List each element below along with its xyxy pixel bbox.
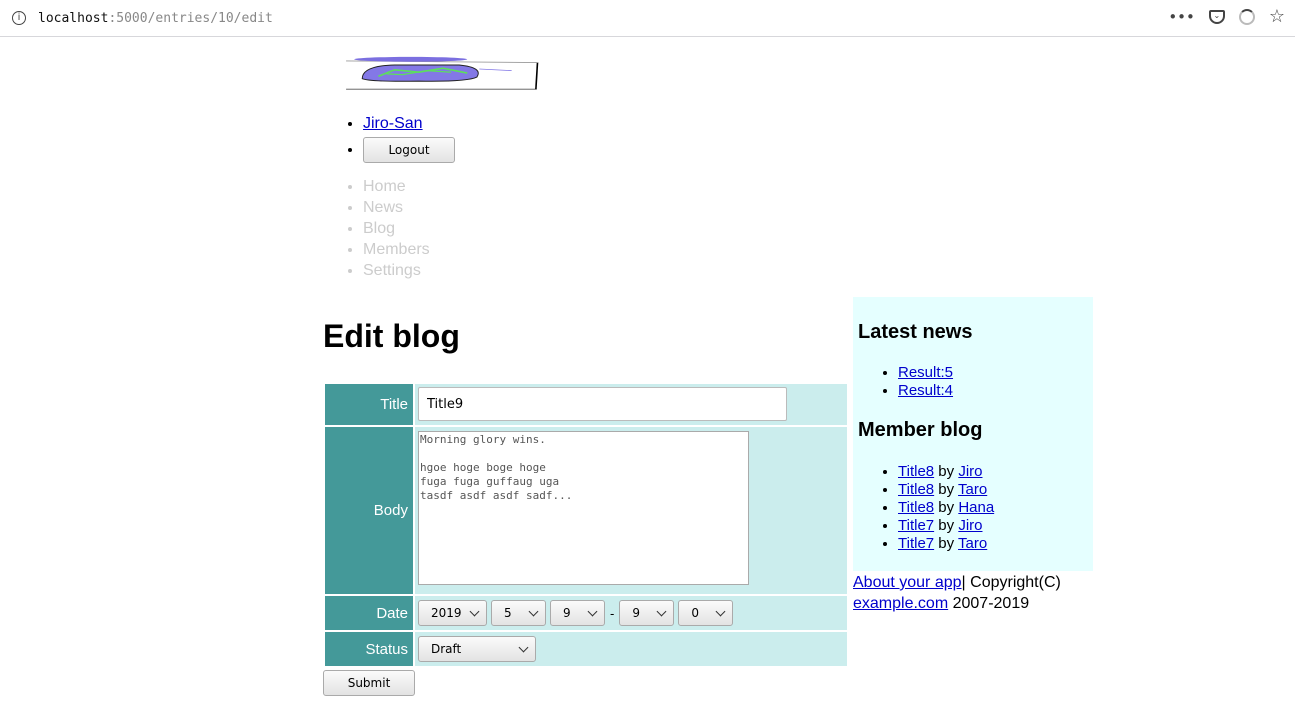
main-nav: Home News Blog Members Settings [323, 176, 430, 281]
footer: About your app| Copyright(C) example.com… [853, 572, 1093, 614]
list-item: Result:4 [898, 382, 953, 400]
by-text: by [938, 535, 955, 552]
title-input[interactable] [418, 387, 787, 421]
chevron-down-icon [528, 606, 539, 616]
title-label: Title [325, 384, 413, 425]
copyright-text: | Copyright(C) [961, 574, 1061, 591]
copyright-years: 2007-2019 [952, 595, 1030, 612]
browser-toolbar: i localhost:5000/entries/10/edit ••• ⌄ ☆ [0, 0, 1295, 37]
author-link[interactable]: Taro [958, 481, 987, 498]
title-cell [415, 384, 847, 425]
user-menu-item: Jiro-San [363, 112, 455, 135]
list-item: Title8 by Taro [898, 481, 994, 499]
news-link[interactable]: Result:4 [898, 382, 953, 399]
loading-spinner-icon [1238, 8, 1255, 25]
day-value: 9 [563, 606, 571, 620]
body-label: Body [325, 427, 413, 594]
minute-value: 0 [691, 606, 699, 620]
info-icon[interactable]: i [12, 11, 26, 25]
title-row: Title [325, 384, 847, 425]
nav-item-home[interactable]: Home [363, 176, 430, 197]
day-select[interactable]: 9 [550, 600, 605, 626]
list-item: Result:5 [898, 364, 953, 382]
list-item: Title7 by Taro [898, 535, 994, 553]
hour-value: 9 [632, 606, 640, 620]
list-item: Title8 by Jiro [898, 463, 994, 481]
author-link[interactable]: Hana [958, 499, 994, 516]
url-text[interactable]: localhost:5000/entries/10/edit [38, 11, 273, 26]
date-cell: 2019 5 9 - 9 0 [415, 596, 847, 630]
year-select[interactable]: 2019 [418, 600, 487, 626]
nav-item-news[interactable]: News [363, 197, 430, 218]
author-link[interactable]: Jiro [958, 517, 982, 534]
status-select[interactable]: Draft [418, 636, 536, 662]
blog-entry-link[interactable]: Title7 [898, 517, 934, 534]
user-profile-link[interactable]: Jiro-San [363, 115, 423, 132]
sidebar: Latest news Result:5 Result:4 Member blo… [853, 297, 1093, 571]
status-value: Draft [431, 642, 462, 656]
nav-item-members[interactable]: Members [363, 239, 430, 260]
month-select[interactable]: 5 [491, 600, 546, 626]
body-textarea[interactable]: Morning glory wins. hgoe hoge boge hoge … [418, 431, 749, 585]
address-bar[interactable]: i localhost:5000/entries/10/edit [4, 4, 1289, 32]
list-item: Title8 by Hana [898, 499, 994, 517]
by-text: by [938, 499, 955, 516]
by-text: by [938, 463, 955, 480]
hour-select[interactable]: 9 [619, 600, 675, 626]
page-actions-menu-icon[interactable]: ••• [1168, 8, 1195, 26]
status-label: Status [325, 632, 413, 666]
member-blog-list: Title8 by Jiro Title8 by Taro Title8 by … [858, 463, 994, 553]
status-row: Status Draft [325, 632, 847, 666]
nav-item-settings[interactable]: Settings [363, 260, 430, 281]
blog-entry-link[interactable]: Title8 [898, 499, 934, 516]
chevron-down-icon [656, 606, 667, 616]
url-host: localhost [38, 10, 109, 26]
submit-button[interactable]: Submit [323, 670, 415, 696]
date-label: Date [325, 596, 413, 630]
pocket-icon[interactable]: ⌄ [1208, 9, 1225, 24]
status-cell: Draft [415, 632, 847, 666]
author-link[interactable]: Jiro [958, 463, 982, 480]
blog-entry-link[interactable]: Title8 [898, 481, 934, 498]
nav-item-blog[interactable]: Blog [363, 218, 430, 239]
blog-entry-link[interactable]: Title7 [898, 535, 934, 552]
by-text: by [938, 517, 955, 534]
page-title: Edit blog [323, 318, 460, 354]
latest-news-heading: Latest news [858, 321, 973, 343]
chevron-down-icon [469, 606, 480, 616]
user-menu: Jiro-San Logout [323, 112, 455, 163]
bookmark-star-icon[interactable]: ☆ [1269, 6, 1285, 27]
author-link[interactable]: Taro [958, 535, 987, 552]
date-row: Date 2019 5 9 - 9 0 [325, 596, 847, 630]
user-menu-item: Logout [363, 135, 455, 163]
about-app-link[interactable]: About your app [853, 574, 962, 591]
body-row: Body Morning glory wins. hgoe hoge boge … [325, 427, 847, 594]
body-cell: Morning glory wins. hgoe hoge boge hoge … [415, 427, 847, 594]
blog-entry-link[interactable]: Title8 [898, 463, 934, 480]
year-value: 2019 [431, 606, 462, 620]
company-link[interactable]: example.com [853, 595, 948, 612]
date-time-separator: - [610, 605, 615, 621]
list-item: Title7 by Jiro [898, 517, 994, 535]
logout-button[interactable]: Logout [363, 137, 455, 163]
edit-blog-form: Title Body Morning glory wins. hgoe hoge… [323, 382, 849, 668]
chevron-down-icon [587, 606, 598, 616]
minute-select[interactable]: 0 [678, 600, 734, 626]
by-text: by [938, 481, 955, 498]
member-blog-heading: Member blog [858, 419, 983, 441]
url-path: :5000/entries/10/edit [108, 10, 273, 26]
latest-news-list: Result:5 Result:4 [858, 364, 953, 400]
news-link[interactable]: Result:5 [898, 364, 953, 381]
chevron-down-icon [518, 642, 529, 652]
site-logo[interactable] [323, 48, 563, 90]
month-value: 5 [504, 606, 512, 620]
chevron-down-icon [715, 606, 726, 616]
